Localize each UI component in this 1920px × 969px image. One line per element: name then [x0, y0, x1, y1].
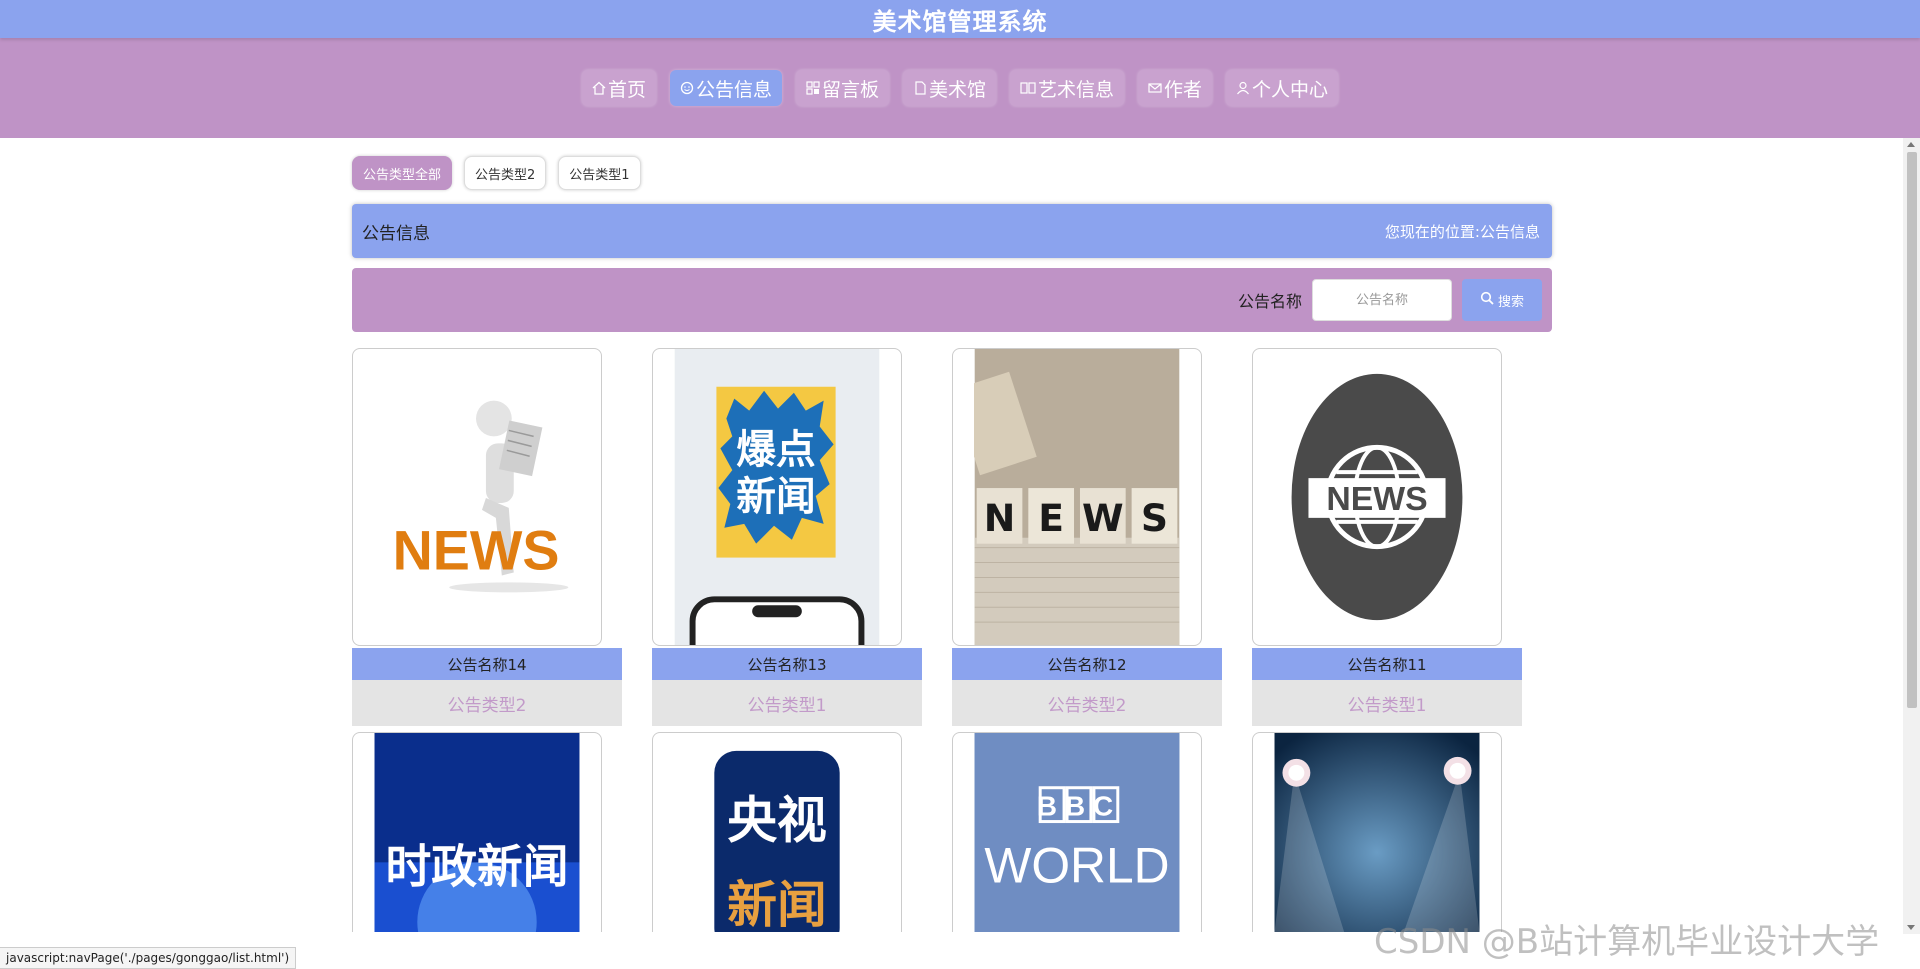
bbc-world-image: BBC WORLD [974, 733, 1180, 932]
search-input[interactable] [1312, 279, 1452, 321]
cctv-text-1: 央视 [727, 791, 827, 849]
location-label: 您现在的位置: [1384, 222, 1480, 241]
politics-news-image: 时政新闻 [374, 733, 580, 932]
nav-item-authors[interactable]: 作者 [1138, 70, 1213, 106]
search-button-label: 搜索 [1497, 294, 1524, 310]
card-type: 公告类型1 [1252, 680, 1522, 726]
card-image[interactable]: NEWS [352, 348, 602, 646]
poster-text-1: 爆点 [736, 427, 815, 473]
type-filter-all[interactable]: 公告类型全部 [352, 156, 453, 190]
svg-text:E: E [1038, 496, 1064, 540]
search-label: 公告名称 [1237, 292, 1302, 311]
globe-news-text: NEWS [1326, 480, 1427, 518]
nav-item-label: 留言板 [821, 78, 879, 101]
card-type: 公告类型2 [952, 680, 1222, 726]
nav-band: 首页 公告信息 留言板 美术馆 艺术信息 作者 个人中心 [0, 38, 1920, 138]
mail-icon [1148, 81, 1162, 95]
announcement-card[interactable]: N E W S 公告名称12 公告类型2 [952, 348, 1222, 726]
cctv-news-image: 央视 新闻 [674, 733, 880, 932]
grid-icon [806, 81, 820, 95]
book-icon [1020, 81, 1036, 95]
announcement-card[interactable] [1252, 732, 1522, 932]
nav-item-message-board[interactable]: 留言板 [795, 70, 889, 106]
home-icon [592, 81, 606, 95]
card-name[interactable]: 公告名称13 [652, 648, 922, 680]
scroll-up-icon[interactable] [1907, 142, 1915, 147]
search-bar: 公告名称 搜索 [352, 268, 1552, 332]
user-icon [1236, 81, 1250, 95]
nav-item-label: 公告信息 [695, 78, 772, 101]
nav-item-art-info[interactable]: 艺术信息 [1010, 70, 1125, 106]
page-scrollbar[interactable] [1903, 138, 1920, 934]
card-image[interactable]: BBC WORLD [952, 732, 1202, 932]
cctv-text-2: 新闻 [727, 876, 827, 932]
card-image[interactable]: 央视 新闻 [652, 732, 902, 932]
card-type: 公告类型1 [652, 680, 922, 726]
nav-item-label: 个人中心 [1252, 78, 1329, 101]
announcement-card[interactable]: 时政新闻 [352, 732, 622, 932]
phone-poster-image: 爆点 新闻 [674, 349, 880, 645]
page-title: 公告信息 [362, 223, 430, 244]
search-icon [1480, 291, 1494, 309]
card-name[interactable]: 公告名称11 [1252, 648, 1522, 680]
main-content: 公告类型全部 公告类型2 公告类型1 公告信息 您现在的位置: 公告信息 公告名… [352, 138, 1552, 932]
nav-item-profile[interactable]: 个人中心 [1226, 70, 1339, 106]
scroll-thumb[interactable] [1907, 152, 1917, 708]
card-image[interactable]: 爆点 新闻 [652, 348, 902, 646]
announcement-card[interactable]: NEWS 公告名称14 公告类型2 [352, 348, 622, 726]
art-news-text: NEWS [393, 520, 560, 582]
card-image[interactable]: NEWS [1252, 348, 1502, 646]
politics-news-text: 时政新闻 [385, 840, 568, 893]
nav-item-label: 作者 [1164, 78, 1203, 101]
poster-text-2: 新闻 [736, 474, 815, 520]
announcement-card[interactable]: 央视 新闻 [652, 732, 922, 932]
app-title: 美术馆管理系统 [0, 0, 1920, 38]
svg-text:W: W [1082, 496, 1124, 540]
type-filter-2[interactable]: 公告类型2 [464, 156, 547, 190]
nav-item-label: 美术馆 [928, 78, 986, 101]
location-info: 您现在的位置: 公告信息 [1385, 221, 1540, 242]
announcement-card[interactable]: BBC WORLD [952, 732, 1222, 932]
svg-text:N: N [984, 496, 1016, 540]
spotlights-image [1274, 733, 1480, 932]
news-blocks-image: N E W S [974, 349, 1180, 645]
type-filter-1[interactable]: 公告类型1 [558, 156, 641, 190]
search-button[interactable]: 搜索 [1462, 279, 1542, 321]
world-text: WORLD [984, 837, 1169, 893]
announcement-card[interactable]: 爆点 新闻 公告名称13 公告类型1 [652, 348, 922, 726]
globe-news-image: NEWS [1274, 349, 1480, 645]
card-image[interactable] [1252, 732, 1502, 932]
news-figure-image: NEWS [374, 349, 580, 645]
type-filter: 公告类型全部 公告类型2 公告类型1 [352, 156, 1552, 190]
nav-item-home[interactable]: 首页 [581, 70, 656, 106]
location-value[interactable]: 公告信息 [1480, 221, 1540, 242]
announcement-icon [680, 81, 694, 95]
announcement-grid: NEWS 公告名称14 公告类型2 爆点 新闻 公告名称13 公告类型1 N E… [352, 348, 1552, 932]
card-type: 公告类型2 [352, 680, 622, 726]
announcement-card[interactable]: NEWS 公告名称11 公告类型1 [1252, 348, 1522, 726]
main-nav: 首页 公告信息 留言板 美术馆 艺术信息 作者 个人中心 [581, 70, 1339, 106]
document-icon [913, 81, 927, 95]
card-name[interactable]: 公告名称14 [352, 648, 622, 680]
nav-item-label: 首页 [607, 78, 646, 101]
svg-text:S: S [1141, 496, 1168, 540]
card-image[interactable]: N E W S [952, 348, 1202, 646]
bbc-text: BBC [1037, 791, 1121, 822]
card-name[interactable]: 公告名称12 [952, 648, 1222, 680]
breadcrumb: 公告信息 您现在的位置: 公告信息 [352, 204, 1552, 258]
scroll-down-icon[interactable] [1907, 925, 1915, 930]
nav-item-gallery[interactable]: 美术馆 [902, 70, 996, 106]
card-image[interactable]: 时政新闻 [352, 732, 602, 932]
status-bar-url: javascript:navPage('./pages/gonggao/list… [0, 947, 297, 969]
nav-item-label: 艺术信息 [1038, 78, 1115, 101]
nav-item-announcements[interactable]: 公告信息 [669, 70, 782, 106]
